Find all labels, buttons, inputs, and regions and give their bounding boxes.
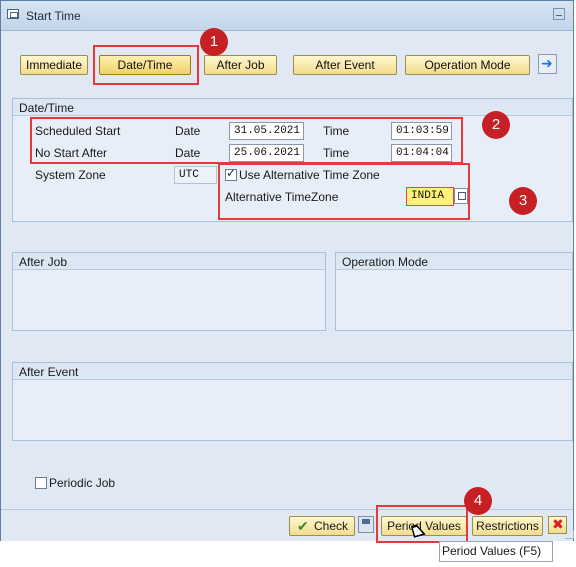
resize-grip[interactable] xyxy=(565,530,574,539)
no-start-after-date-label: Date xyxy=(175,146,201,160)
dialog-title: Start Time xyxy=(26,9,81,23)
marker-3: 3 xyxy=(509,187,537,215)
save-icon[interactable] xyxy=(358,516,374,533)
periodic-job-checkbox[interactable] xyxy=(35,477,47,489)
datetime-frame-title: Date/Time xyxy=(19,101,74,115)
dialog-footer: ✔ Check Period Values Restrictions xyxy=(1,509,573,541)
scheduled-start-label: Scheduled Start xyxy=(35,124,121,138)
immediate-button[interactable]: Immediate xyxy=(20,55,88,75)
period-values-tooltip: Period Values (F5) xyxy=(439,541,553,562)
marker-4: 4 xyxy=(464,487,492,515)
use-alternative-timezone-label: Use Alternative Time Zone xyxy=(239,168,380,182)
value-help-icon[interactable] xyxy=(454,188,468,204)
after-job-frame-title: After Job xyxy=(19,255,68,269)
check-icon: ✔ xyxy=(297,518,309,534)
date-time-button[interactable]: Date/Time xyxy=(99,55,191,75)
operation-mode-button[interactable]: Operation Mode xyxy=(405,55,530,75)
window-icon xyxy=(7,9,19,19)
operation-mode-frame: Operation Mode xyxy=(335,252,573,331)
system-zone-value: UTC xyxy=(174,166,217,184)
no-start-after-time-field[interactable]: 01:04:04 xyxy=(391,144,452,162)
scheduled-start-time-label: Time xyxy=(323,124,350,138)
periodic-job-label: Periodic Job xyxy=(49,476,116,490)
check-button[interactable]: ✔ Check xyxy=(289,516,355,536)
alternative-timezone-field[interactable]: INDIA xyxy=(406,187,454,206)
scheduled-start-date-field[interactable]: 31.05.2021 xyxy=(229,122,304,140)
after-event-frame-header: After Event xyxy=(13,363,572,380)
scheduled-start-time-field[interactable]: 01:03:59 xyxy=(391,122,452,140)
after-event-button[interactable]: After Event xyxy=(293,55,397,75)
next-arrow-icon[interactable] xyxy=(538,54,557,74)
alternative-timezone-label: Alternative TimeZone xyxy=(225,190,339,204)
restrictions-button[interactable]: Restrictions xyxy=(472,516,543,536)
no-start-after-time-label: Time xyxy=(323,146,350,160)
mouse-pointer-icon xyxy=(411,526,421,540)
no-start-after-date-field[interactable]: 25.06.2021 xyxy=(229,144,304,162)
marker-1: 1 xyxy=(200,28,228,56)
after-event-frame: After Event xyxy=(12,362,573,441)
operation-mode-frame-header: Operation Mode xyxy=(336,253,572,270)
no-start-after-label: No Start After xyxy=(35,146,108,160)
after-job-frame: After Job xyxy=(12,252,326,331)
operation-mode-frame-title: Operation Mode xyxy=(342,255,429,269)
after-job-frame-header: After Job xyxy=(13,253,325,270)
start-time-dialog: Start Time Immediate Date/Time After Job… xyxy=(0,0,574,541)
use-alternative-timezone-checkbox[interactable] xyxy=(225,166,237,181)
scheduled-start-date-label: Date xyxy=(175,124,201,138)
dialog-title-bar: Start Time xyxy=(1,1,573,31)
marker-2: 2 xyxy=(482,111,510,139)
after-event-frame-title: After Event xyxy=(19,365,79,379)
maximize-icon[interactable] xyxy=(553,8,565,20)
system-zone-label: System Zone xyxy=(35,168,106,182)
check-button-label: Check xyxy=(313,519,348,533)
after-job-button[interactable]: After Job xyxy=(204,55,277,75)
